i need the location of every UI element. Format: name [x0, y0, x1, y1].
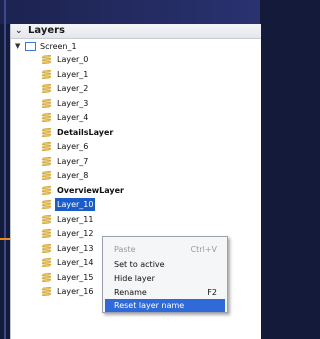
menu-item-label: Set to active — [114, 260, 165, 269]
menu-item-shortcut: F2 — [207, 288, 217, 297]
layer-label: Layer_14 — [57, 258, 94, 267]
layer-label: OverviewLayer — [57, 185, 124, 195]
menu-item-paste[interactable]: Paste Ctrl+V — [105, 243, 225, 256]
menu-item-label: Reset layer name — [114, 301, 185, 310]
layer-label: DetailsLayer — [57, 127, 114, 137]
layer-icon — [41, 55, 52, 64]
layer-label: Layer_6 — [57, 142, 89, 151]
chevron-down-icon[interactable]: ⌄ — [15, 24, 25, 38]
context-menu: Paste Ctrl+V Set to active Hide layer Rename… — [102, 236, 228, 313]
layer-icon — [41, 171, 52, 180]
menu-item-rename[interactable]: Rename F2 — [105, 286, 225, 299]
layer-icon — [41, 185, 52, 195]
layer-icon — [41, 69, 52, 79]
screen-icon — [25, 42, 36, 51]
layer-icon — [41, 229, 52, 238]
layer-label: Layer_15 — [57, 272, 94, 282]
layer-label: Layer_2 — [57, 84, 89, 93]
layer-icon — [41, 113, 52, 122]
layer-label: Layer_10 — [55, 198, 96, 211]
layer-label: Layer_1 — [57, 69, 89, 79]
layer-icon — [41, 272, 52, 282]
menu-item-hide-layer[interactable]: Hide layer — [105, 272, 225, 285]
layer-icon — [41, 214, 52, 224]
window-background — [0, 0, 260, 24]
layer-icon — [41, 84, 52, 93]
layer-label: Layer_3 — [57, 98, 89, 108]
layer-label: Layer_8 — [57, 171, 89, 180]
layer-icon — [41, 243, 52, 253]
layer-icon — [41, 98, 52, 108]
layer-icon — [41, 200, 52, 209]
panel-title: Layers — [28, 25, 65, 36]
layer-label: Layer_4 — [57, 113, 89, 122]
menu-item-reset-layer-name[interactable]: Reset layer name — [105, 299, 225, 312]
menu-item-set-to-active[interactable]: Set to active — [105, 258, 225, 271]
layer-icon — [41, 127, 52, 137]
expand-triangle-icon[interactable]: ▼ — [15, 40, 20, 53]
layer-icon — [41, 258, 52, 267]
layer-icon — [41, 156, 52, 166]
layer-icon — [41, 142, 52, 151]
menu-item-label: Hide layer — [114, 274, 155, 283]
menu-item-shortcut: Ctrl+V — [190, 245, 217, 254]
window-edge — [4, 0, 6, 339]
layer-label: Layer_16 — [57, 287, 94, 296]
layer-label: Layer_7 — [57, 156, 89, 166]
layers-panel-header[interactable]: ⌄ Layers — [11, 24, 261, 39]
layer-label: Layer_12 — [57, 229, 94, 238]
menu-item-label: Rename — [114, 288, 147, 297]
layer-icon — [41, 287, 52, 296]
menu-item-label: Paste — [114, 245, 136, 254]
layer-label: Layer_13 — [57, 243, 94, 253]
layer-label: Layer_11 — [57, 214, 94, 224]
layer-label: Layer_0 — [57, 55, 89, 64]
screen-label: Screen_1 — [40, 42, 77, 51]
